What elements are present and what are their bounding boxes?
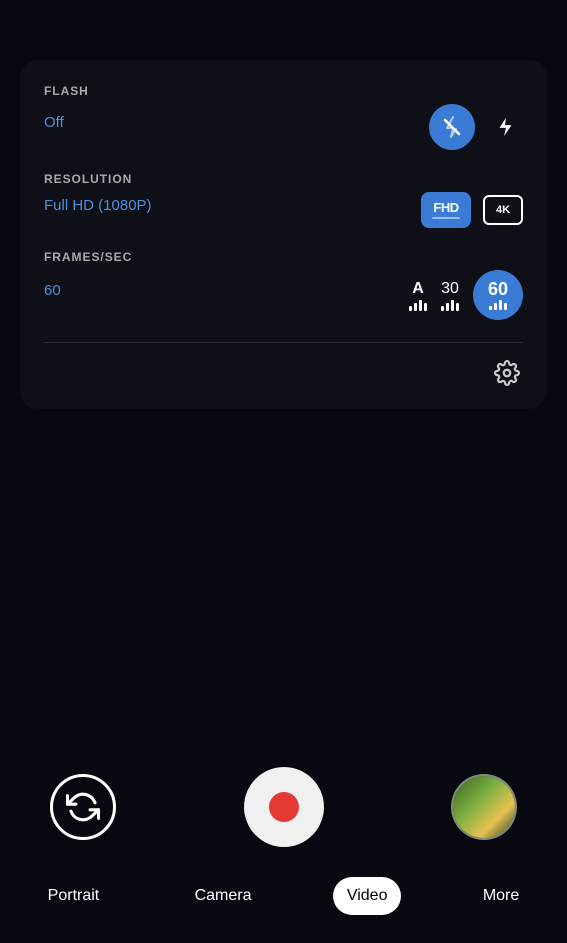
mode-bar: Portrait Camera Video More: [0, 867, 567, 943]
mode-more[interactable]: More: [469, 877, 533, 915]
fps-60-button[interactable]: 60: [473, 270, 523, 320]
resolution-options: FHD 4K: [421, 192, 523, 228]
fhd-bar: [432, 217, 460, 219]
gallery-button[interactable]: [451, 774, 517, 840]
frames-value: 60: [44, 282, 61, 299]
gallery-thumbnail: [453, 776, 515, 838]
gear-icon: [494, 360, 520, 386]
mode-portrait[interactable]: Portrait: [34, 877, 114, 915]
flash-value: Off: [44, 114, 64, 131]
record-button[interactable]: [244, 767, 324, 847]
flash-label: FLASH: [44, 84, 523, 98]
fps-auto-label: A: [412, 280, 424, 298]
bottom-controls: Portrait Camera Video More: [0, 747, 567, 943]
fhd-button[interactable]: FHD: [421, 192, 471, 228]
fps-auto-button[interactable]: A: [409, 280, 427, 311]
fps-options: A 30: [409, 270, 523, 320]
fhd-label: FHD: [433, 201, 458, 214]
flash-on-button[interactable]: [487, 109, 523, 145]
flash-options: [429, 104, 523, 150]
flash-off-button[interactable]: [429, 104, 475, 150]
fps-60-label: 60: [488, 280, 508, 298]
mode-video[interactable]: Video: [333, 877, 402, 915]
record-dot: [269, 792, 299, 822]
flip-camera-button[interactable]: [50, 774, 116, 840]
resolution-value: Full HD (1080P): [44, 197, 152, 214]
frames-setting-row: FRAMES/SEC 60 A 30: [44, 250, 523, 320]
fps-30-label: 30: [441, 280, 459, 298]
no-flash-icon: [440, 115, 464, 139]
fps-30-button[interactable]: 30: [441, 280, 459, 311]
4k-label: 4K: [496, 204, 510, 216]
gear-button[interactable]: [491, 357, 523, 389]
4k-button[interactable]: 4K: [483, 195, 523, 225]
frames-label: FRAMES/SEC: [44, 250, 523, 264]
fps-auto-bars: [409, 300, 427, 311]
fps-30-bars: [441, 300, 459, 311]
flash-setting-row: FLASH Off: [44, 84, 523, 150]
resolution-label: RESOLUTION: [44, 172, 523, 186]
mode-camera[interactable]: Camera: [181, 877, 266, 915]
settings-footer: [44, 342, 523, 389]
resolution-setting-row: RESOLUTION Full HD (1080P) FHD 4K: [44, 172, 523, 228]
settings-panel: FLASH Off RESOLUTIO: [20, 60, 547, 409]
flip-camera-icon: [66, 790, 100, 824]
flash-icon: [494, 116, 516, 138]
fps-60-bars: [489, 300, 507, 310]
camera-buttons: [0, 747, 567, 867]
